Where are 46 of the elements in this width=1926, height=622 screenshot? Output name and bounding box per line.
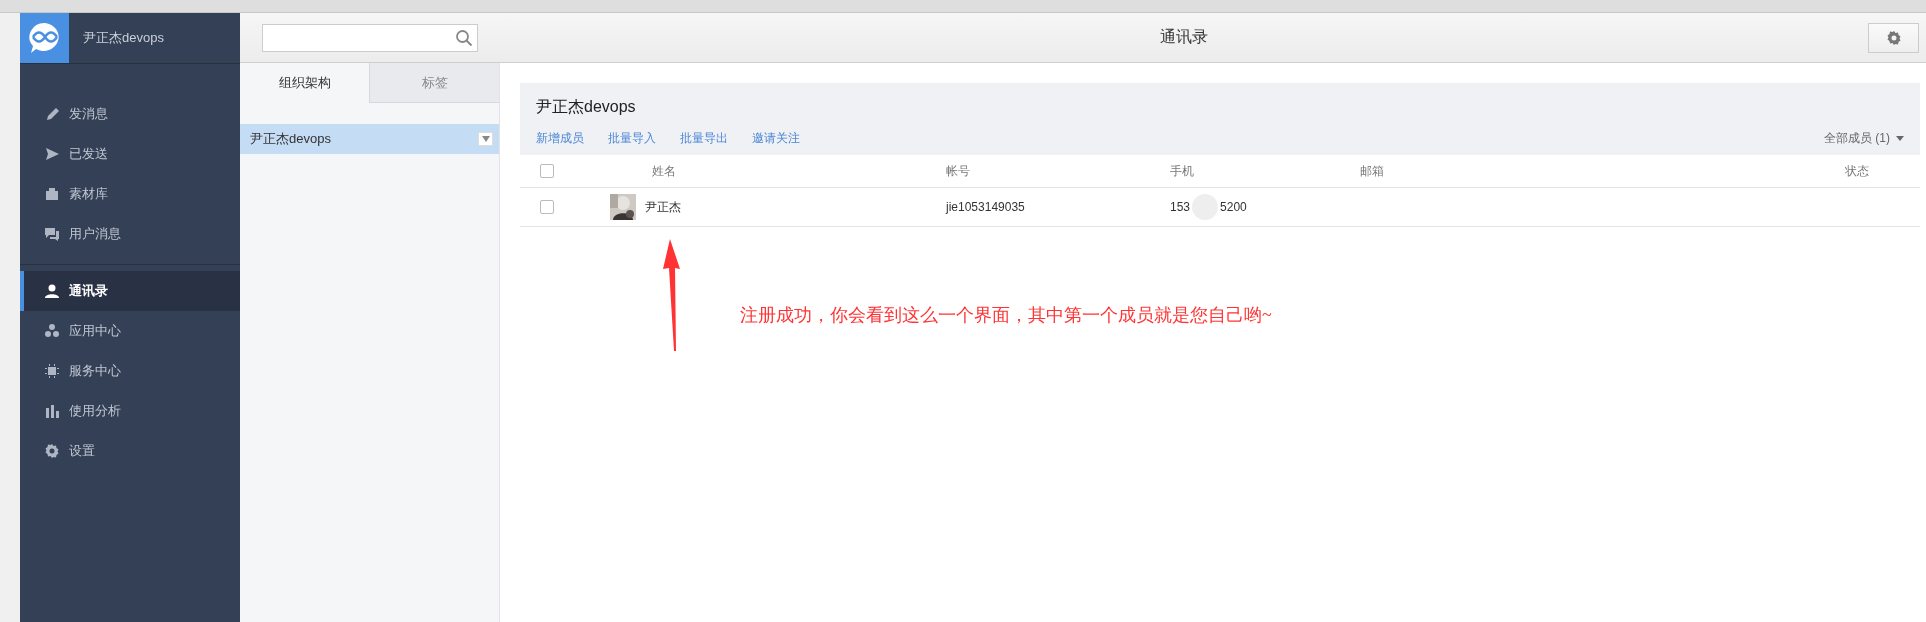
table-cell: 5200	[1220, 200, 1247, 214]
nav-item[interactable]: 发消息	[20, 94, 240, 134]
search-field[interactable]	[262, 23, 478, 52]
dots-icon	[44, 323, 60, 339]
scrollbar[interactable]	[0, 13, 20, 622]
checkbox[interactable]	[540, 200, 554, 214]
settings-button[interactable]	[1868, 22, 1919, 53]
nav-item[interactable]: 使用分析	[20, 391, 240, 431]
chat-icon	[44, 226, 60, 242]
search-icon[interactable]	[455, 28, 473, 47]
chip-icon	[44, 363, 60, 379]
nav-item[interactable]: 通讯录	[20, 271, 240, 311]
nav-item[interactable]: 设置	[20, 431, 240, 471]
table-cell: 153	[1170, 200, 1191, 214]
column-header: 状态	[1845, 163, 1869, 178]
nav-item[interactable]: 服务中心	[20, 351, 240, 391]
table-cell: 尹正杰	[645, 198, 681, 216]
settings-icon	[1885, 29, 1902, 46]
column-header: 姓名	[652, 163, 676, 178]
annotation-text: 注册成功，你会看到这么一个界面，其中第一个成员就是您自己哟~	[740, 304, 1272, 327]
briefcase-icon	[44, 186, 60, 202]
person-icon	[44, 283, 60, 299]
column-header: 邮箱	[1360, 163, 1384, 178]
tree-item[interactable]: 尹正杰devops	[240, 124, 499, 154]
caret-icon	[1896, 136, 1904, 141]
nav-item[interactable]: 素材库	[20, 174, 240, 214]
pencil-icon	[44, 106, 60, 122]
column-header: 帐号	[946, 163, 970, 178]
checkbox[interactable]	[540, 164, 554, 178]
department-title: 尹正杰devops	[536, 98, 636, 115]
account-name: 尹正杰devops	[83, 29, 164, 47]
action-link[interactable]: 邀请关注	[752, 130, 800, 147]
page-title: 通讯录	[1160, 28, 1208, 45]
settings-icon	[44, 443, 60, 459]
dropdown-icon[interactable]	[478, 132, 493, 146]
action-link[interactable]: 批量导出	[680, 130, 728, 147]
column-header: 手机	[1170, 163, 1194, 178]
bar-chart-icon	[44, 403, 60, 419]
nav-item[interactable]: 已发送	[20, 134, 240, 174]
action-link[interactable]: 批量导入	[608, 130, 656, 147]
send-icon	[44, 146, 60, 162]
nav-item[interactable]: 用户消息	[20, 214, 240, 254]
member-filter[interactable]: 全部成员 (1)	[1824, 130, 1904, 147]
nav-item[interactable]: 应用中心	[20, 311, 240, 351]
action-link[interactable]: 新增成员	[536, 130, 584, 147]
table-cell: jie1053149035	[946, 200, 1025, 214]
